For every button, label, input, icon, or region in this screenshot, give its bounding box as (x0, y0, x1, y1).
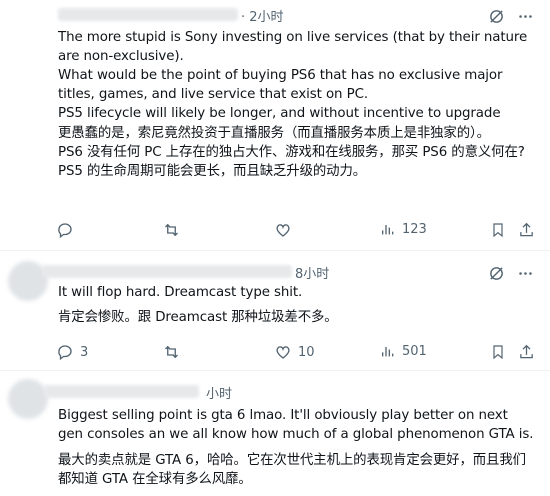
like-button[interactable]: 10 (274, 343, 315, 361)
post-2-text-zh: 肯定会惨败。跟 Dreamcast 那种垃圾差不多。 (58, 310, 338, 325)
post-1-header: · 2小时 (58, 6, 308, 25)
username-redacted (58, 8, 238, 21)
post-2-time: 8小时 (295, 267, 330, 282)
username-redacted (44, 385, 199, 398)
reply-icon (58, 223, 72, 239)
reply-button[interactable] (56, 221, 74, 239)
post-2-actions: 3 10 501 (56, 343, 536, 363)
share-icon (520, 344, 533, 359)
repost-button[interactable] (162, 343, 181, 361)
share-button[interactable] (518, 221, 535, 239)
heart-icon (276, 346, 290, 359)
views-button[interactable]: 501 (380, 343, 427, 359)
more-icon[interactable] (517, 265, 534, 282)
share-button[interactable] (518, 343, 535, 361)
post-3: 小时 Biggest selling point is gta 6 lmao. … (0, 371, 550, 496)
username-redacted (42, 265, 292, 278)
post-3-time: 小时 (206, 387, 233, 402)
post-2-text-en: It will flop hard. Dreamcast type shit. (58, 285, 303, 300)
views-icon (382, 347, 394, 357)
share-icon (520, 222, 533, 237)
post-1-actions: 123 (56, 221, 536, 241)
reply-icon (58, 345, 72, 361)
post-1-time: · 2小时 (241, 10, 284, 25)
bookmark-icon (493, 223, 503, 238)
reply-button[interactable]: 3 (56, 343, 88, 361)
views-button[interactable]: 123 (380, 221, 427, 237)
repost-icon (165, 223, 178, 237)
bookmark-icon (493, 345, 503, 360)
reply-count: 3 (80, 344, 89, 360)
views-count: 123 (402, 221, 427, 237)
bookmark-button[interactable] (490, 343, 506, 361)
post-1: · 2小时 The more stupid is Sony investing … (0, 0, 550, 248)
repost-button[interactable] (162, 221, 181, 239)
post-2: 8小时 It will flop hard. Dreamcast type sh… (0, 251, 550, 367)
like-count: 10 (298, 344, 315, 360)
post-1-top-icons (488, 8, 534, 25)
post-3-text-en: Biggest selling point is gta 6 lmao. It'… (58, 408, 534, 442)
like-button[interactable] (274, 221, 292, 239)
post-1-text-zh: 更愚蠢的是，索尼竟然投资于直播服务（而直播服务本质上是非独家的）。 PS6 没有… (58, 126, 525, 179)
post-3-header: 小时 (44, 383, 298, 402)
views-count: 501 (402, 343, 427, 359)
post-3-text-zh: 最大的卖点就是 GTA 6，哈哈。它在次世代主机上的表现肯定会更好，而且我们都知… (58, 453, 526, 487)
bookmark-button[interactable] (490, 221, 506, 239)
post-1-text-en: The more stupid is Sony investing on liv… (58, 30, 528, 121)
grok-icon[interactable] (488, 8, 505, 25)
repost-icon (165, 345, 178, 359)
views-icon (382, 225, 394, 235)
post-2-header: 8小时 (42, 263, 378, 282)
post-2-top-icons (488, 265, 534, 282)
more-icon[interactable] (517, 8, 534, 25)
heart-icon (276, 224, 290, 237)
grok-icon[interactable] (488, 265, 505, 282)
avatar[interactable] (8, 379, 48, 419)
